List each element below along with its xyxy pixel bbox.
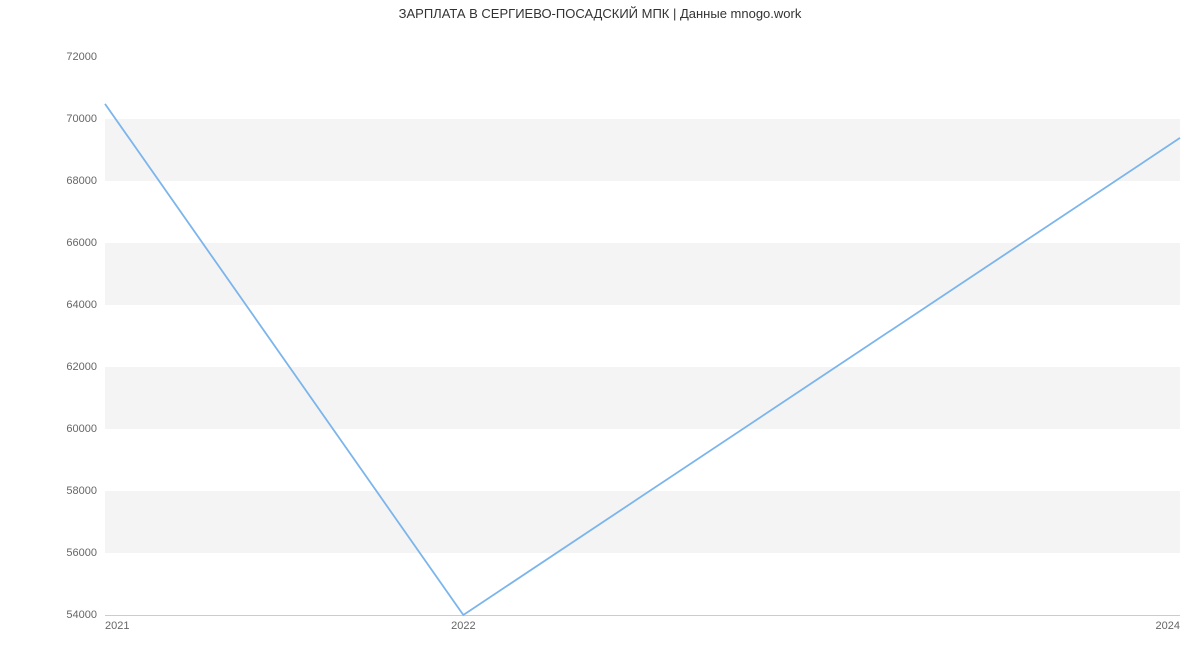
y-tick-label: 62000 xyxy=(7,361,97,373)
y-tick-label: 58000 xyxy=(7,485,97,497)
chart-line-layer xyxy=(105,45,1180,615)
chart-title: ЗАРПЛАТА В СЕРГИЕВО-ПОСАДСКИЙ МПК | Данн… xyxy=(0,6,1200,21)
y-tick-label: 64000 xyxy=(7,299,97,311)
y-tick-label: 66000 xyxy=(7,237,97,249)
y-tick-label: 70000 xyxy=(7,113,97,125)
y-tick-label: 68000 xyxy=(7,175,97,187)
x-tick-label: 2024 xyxy=(1156,620,1180,632)
x-tick-label: 2022 xyxy=(451,620,475,632)
y-tick-label: 56000 xyxy=(7,547,97,559)
chart-container: ЗАРПЛАТА В СЕРГИЕВО-ПОСАДСКИЙ МПК | Данн… xyxy=(0,0,1200,650)
y-tick-label: 54000 xyxy=(7,609,97,621)
x-tick-label: 2021 xyxy=(105,620,129,632)
plot-area xyxy=(105,45,1180,616)
y-tick-label: 60000 xyxy=(7,423,97,435)
y-tick-label: 72000 xyxy=(7,51,97,63)
series-line xyxy=(105,104,1180,615)
